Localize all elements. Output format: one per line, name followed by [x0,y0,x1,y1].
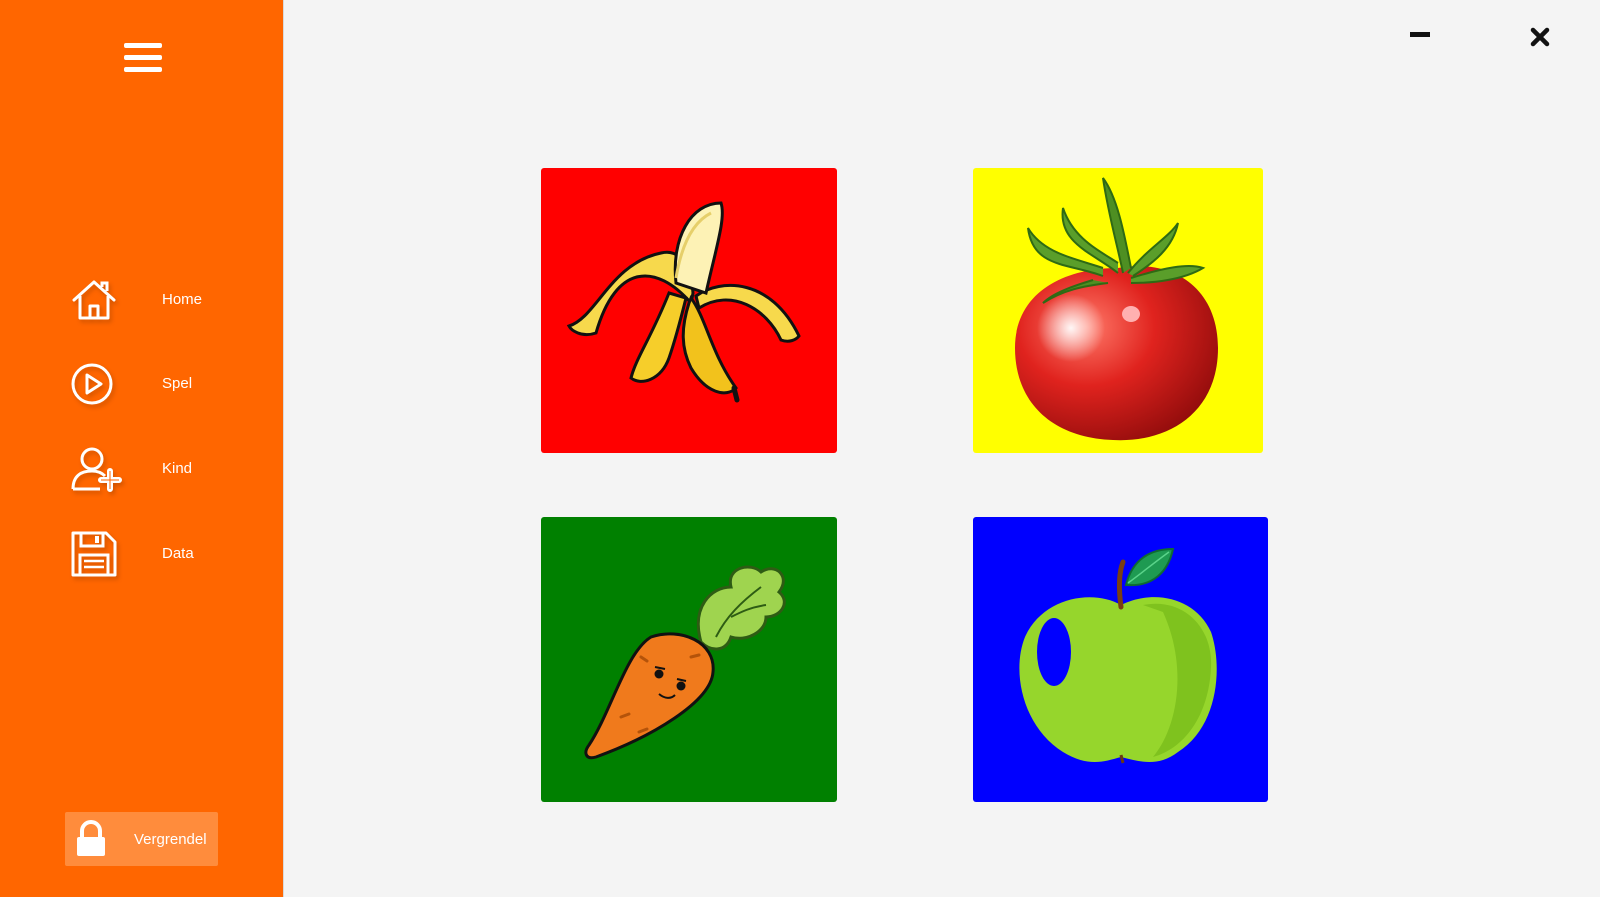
sidebar-item-spel[interactable]: Spel [70,360,250,410]
banana-image [541,168,837,453]
banana-tile[interactable] [541,168,837,453]
play-icon [71,363,113,405]
sidebar-item-label: Data [162,545,194,562]
minimize-icon [1410,32,1430,37]
carrot-image [541,517,837,802]
lock-button-label: Vergrendel [134,831,207,848]
sidebar: Home Spel Kind Data Vergrendel [0,0,284,897]
hamburger-menu-icon[interactable] [124,43,162,75]
apple-tile[interactable] [973,517,1268,802]
lock-icon [77,820,105,856]
lock-button[interactable]: Vergrendel [65,812,218,866]
add-user-icon [71,447,122,492]
tomato-image [973,168,1263,453]
apple-image [973,517,1268,802]
carrot-tile[interactable] [541,517,837,802]
close-button[interactable] [1528,25,1552,49]
minimize-button[interactable] [1410,28,1434,40]
sidebar-item-label: Home [162,291,203,308]
save-icon [71,531,117,577]
sidebar-item-data[interactable]: Data [70,530,250,580]
close-icon [1530,27,1550,47]
sidebar-item-kind[interactable]: Kind [70,445,250,495]
sidebar-item-label: Kind [162,460,193,477]
sidebar-item-label: Spel [162,375,193,392]
tomato-tile[interactable] [973,168,1263,453]
home-icon [72,280,116,320]
sidebar-item-home[interactable]: Home [70,276,250,326]
